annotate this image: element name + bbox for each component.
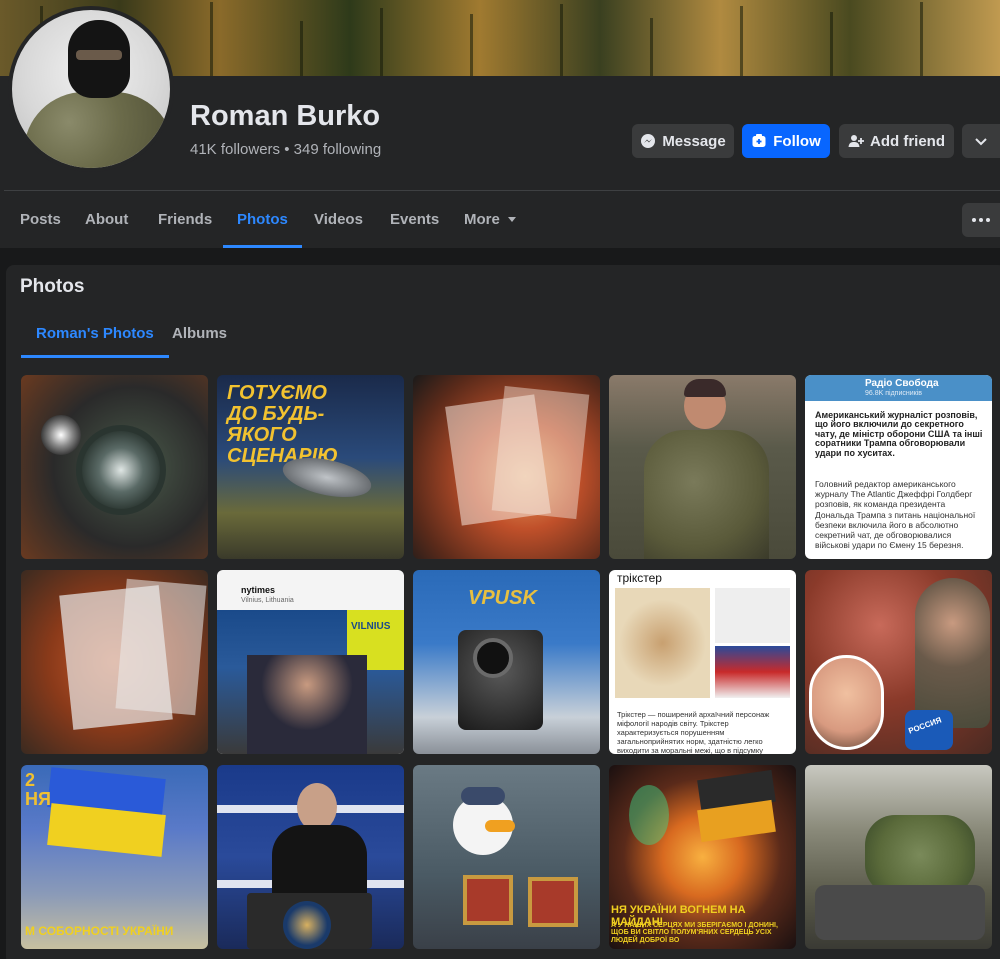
tab-about[interactable]: About	[85, 191, 128, 248]
followers-count[interactable]: 41K followers • 349 following	[190, 141, 381, 158]
photo-thumbnail[interactable]: 2 НЯ М СОБОРНОСТІ УКРАЇНИ	[21, 765, 208, 949]
photo-thumbnail[interactable]: трікстер Трікстер — поширений архаїчний …	[609, 570, 796, 754]
photo-thumbnail[interactable]	[609, 375, 796, 559]
messenger-icon	[641, 134, 656, 148]
tabs-options-button[interactable]	[962, 203, 1000, 237]
profile-options-button[interactable]	[962, 124, 1000, 158]
photo-thumbnail[interactable]	[21, 375, 208, 559]
photo-subscribers: 96.8K підписників	[865, 390, 922, 397]
photos-title: Photos	[20, 276, 85, 297]
add-friend-button[interactable]: Add friend	[839, 124, 954, 158]
profile-name: Roman Burko	[190, 100, 381, 132]
tab-videos[interactable]: Videos	[314, 191, 363, 248]
photo-place: Vilnius, Lithuania	[241, 597, 294, 604]
photo-body-2: Головний редактор американського журналу…	[815, 479, 976, 551]
photo-sign: VILNIUS	[351, 621, 391, 632]
follow-label: Follow	[773, 132, 821, 150]
tab-events[interactable]: Events	[390, 191, 439, 248]
photo-brand: VPUSK	[468, 587, 537, 609]
caret-down-icon	[507, 217, 516, 222]
profile-tabs: Posts About Friends Photos Videos Events…	[0, 191, 1000, 248]
add-friend-icon	[848, 135, 864, 147]
tab-friends[interactable]: Friends	[158, 191, 212, 248]
photo-thumbnail[interactable]: Радіо Свобода 96.8K підписників Американ…	[805, 375, 992, 559]
photo-thumbnail[interactable]: VPUSK	[413, 570, 600, 754]
photo-thumbnail[interactable]: РОССИЯ	[805, 570, 992, 754]
photo-body: Американський журналіст розповів, що йог…	[815, 410, 983, 458]
tab-romans-photos[interactable]: Roman's Photos	[21, 309, 169, 358]
tab-more[interactable]: More	[464, 191, 516, 248]
photo-thumbnail[interactable]	[413, 765, 600, 949]
message-label: Message	[662, 132, 726, 150]
photo-source: nytimes	[241, 585, 276, 595]
photo-side-text: 2 НЯ	[25, 770, 51, 809]
photos-card: Photos Roman's Photos Albums ГОТУЄМО ДО …	[6, 265, 1000, 959]
photo-title: трікстер	[617, 571, 662, 585]
tab-albums[interactable]: Albums	[172, 309, 227, 358]
photo-thumbnail[interactable]: nytimes Vilnius, Lithuania VILNIUS	[217, 570, 404, 754]
add-friend-label: Add friend	[870, 132, 945, 150]
photo-caption: Трікстер — поширений архаїчний персонаж …	[617, 710, 770, 754]
profile-avatar[interactable]	[8, 6, 174, 172]
photo-thumbnail[interactable]	[217, 765, 404, 949]
profile-page: Roman Burko 41K followers • 349 followin…	[0, 0, 1000, 959]
tab-photos[interactable]: Photos	[223, 191, 302, 248]
tab-more-label: More	[464, 211, 500, 228]
follow-icon	[752, 134, 766, 147]
photo-headline: ГОТУЄМО ДО БУДЬ-ЯКОГО СЦЕНАРІЮ	[227, 382, 338, 467]
photo-caption-text-2: А У НАШИХ СЕРЦЯХ МИ ЗБЕРІГАЄМО І ДОНИНІ,…	[611, 922, 778, 944]
photo-thumbnail[interactable]: НЯ УКРАЇНИ ВОГНЕМ НА МАЙДАНІ А У НАШИХ С…	[609, 765, 796, 949]
tab-posts[interactable]: Posts	[20, 191, 61, 248]
photo-caption-text: М СОБОРНОСТІ УКРАЇНИ	[25, 924, 174, 938]
photo-thumbnail[interactable]: ГОТУЄМО ДО БУДЬ-ЯКОГО СЦЕНАРІЮ	[217, 375, 404, 559]
photo-thumbnail[interactable]	[21, 570, 208, 754]
photo-thumbnail[interactable]	[413, 375, 600, 559]
chevron-down-icon	[975, 138, 987, 146]
follow-button[interactable]: Follow	[742, 124, 830, 158]
message-button[interactable]: Message	[632, 124, 734, 158]
photo-thumbnail[interactable]	[805, 765, 992, 949]
photo-channel: Радіо Свобода	[865, 378, 939, 389]
